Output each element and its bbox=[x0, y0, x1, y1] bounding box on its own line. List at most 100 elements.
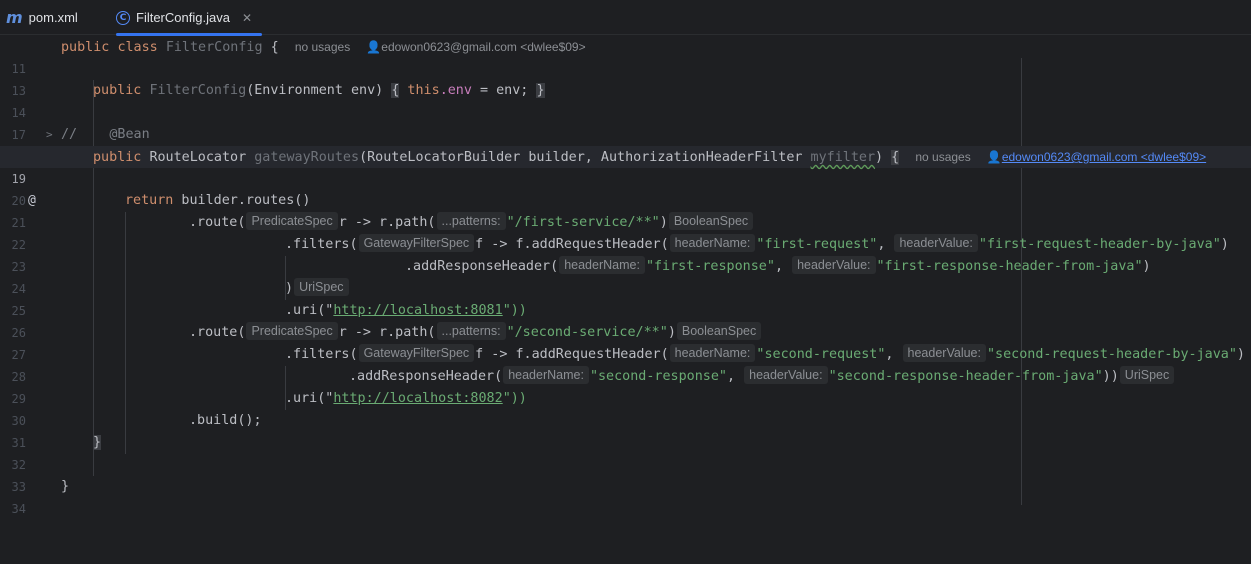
code-line[interactable]: 34 } bbox=[0, 476, 1251, 516]
keyword: public bbox=[93, 83, 142, 98]
string-literal: "/second-service/**" bbox=[506, 325, 668, 340]
code-line[interactable]: 32 } bbox=[0, 432, 1251, 472]
code-text: } bbox=[61, 479, 70, 494]
lambda: f -> f.addRequestHeader( bbox=[475, 347, 669, 362]
author-link[interactable]: edowon0623@gmail.com <dwlee$09> bbox=[1002, 150, 1206, 164]
comment: // bbox=[61, 127, 78, 142]
code-line[interactable]: 26 .uri("http://localhost:8081")) bbox=[0, 300, 1251, 340]
paren: ) bbox=[1236, 347, 1245, 362]
class-name: FilterConfig bbox=[165, 40, 263, 55]
string-literal: "second-request" bbox=[756, 347, 886, 362]
string-literal: "/first-service/**" bbox=[506, 215, 660, 230]
code-text: .filters(GatewayFilterSpec f -> f.addRequ… bbox=[285, 344, 1245, 366]
code-line[interactable]: 27 .route(PredicateSpec r -> r.path(...pa… bbox=[0, 322, 1251, 362]
code-line-current[interactable]: 19 @ public RouteLocator gatewayRoutes(R… bbox=[0, 146, 1251, 208]
lambda: f -> f.addRequestHeader( bbox=[475, 237, 669, 252]
param-hint: headerValue: bbox=[792, 256, 876, 274]
code-text: .filters(GatewayFilterSpec f -> f.addRequ… bbox=[285, 234, 1229, 256]
code-line[interactable]: 25 ) UriSpec bbox=[0, 278, 1251, 318]
string-literal: "first-response" bbox=[645, 259, 775, 274]
code-line[interactable]: 31 .build(); bbox=[0, 410, 1251, 450]
paren: ) bbox=[659, 215, 668, 230]
maven-icon: m bbox=[6, 8, 23, 27]
type-hint: PredicateSpec bbox=[246, 212, 338, 230]
params: (RouteLocatorBuilder builder, Authorizat… bbox=[359, 150, 811, 165]
param-hint: headerName: bbox=[669, 344, 756, 362]
url-link[interactable]: http://localhost:8081 bbox=[333, 303, 502, 318]
comma: , bbox=[885, 347, 902, 362]
type-hint: UriSpec bbox=[1119, 366, 1175, 384]
type-hint: BooleanSpec bbox=[668, 212, 754, 230]
line-number: 34 bbox=[11, 502, 26, 516]
type-hint: UriSpec bbox=[294, 278, 349, 296]
tab-label: FilterConfig.java bbox=[136, 10, 230, 25]
author-hint[interactable]: edowon0623@gmail.com <dwlee$09> bbox=[381, 40, 585, 54]
code-line[interactable]: 14 > public FilterConfig(Environment env… bbox=[0, 80, 1251, 141]
method-name: gatewayRoutes bbox=[254, 150, 360, 165]
keyword: return bbox=[125, 193, 174, 208]
call: .addResponseHeader( bbox=[405, 259, 559, 274]
assignment: = env; bbox=[471, 83, 529, 98]
code-line[interactable]: 29 .addResponseHeader(headerName: "second… bbox=[0, 366, 1251, 406]
call: .uri(" bbox=[285, 391, 334, 406]
constructor-name: FilterConfig bbox=[149, 83, 247, 98]
param-hint: headerValue: bbox=[744, 366, 828, 384]
folded-brace[interactable]: } bbox=[536, 83, 545, 98]
paren: ) bbox=[285, 281, 294, 296]
code-text: .route(PredicateSpec r -> r.path(...patte… bbox=[189, 212, 754, 234]
code-text: public FilterConfig(Environment env) { t… bbox=[93, 80, 545, 102]
call: .uri(" bbox=[285, 303, 334, 318]
code-line[interactable]: 13 bbox=[0, 58, 1251, 98]
code-line[interactable]: 21 return builder.routes() bbox=[0, 190, 1251, 230]
code-text: return builder.routes() bbox=[125, 190, 310, 212]
tab-label: pom.xml bbox=[28, 10, 78, 25]
type-hint: GatewayFilterSpec bbox=[358, 234, 475, 252]
code-line[interactable]: 33 bbox=[0, 454, 1251, 494]
code-line[interactable]: 23 .filters(GatewayFilterSpec f -> f.addR… bbox=[0, 234, 1251, 274]
usages-hint[interactable]: no usages bbox=[915, 150, 970, 164]
code-line[interactable]: 24 .addResponseHeader(headerName: "first-… bbox=[0, 256, 1251, 296]
code-line[interactable]: 11 public class FilterConfig { no usages… bbox=[0, 36, 1251, 76]
paren: ) bbox=[1220, 237, 1229, 252]
string-literal: "second-response" bbox=[589, 369, 727, 384]
code-line[interactable]: 22 .route(PredicateSpec r -> r.path(...pa… bbox=[0, 212, 1251, 252]
tab-pom-xml[interactable]: m pom.xml bbox=[6, 0, 78, 35]
code-text: .build(); bbox=[189, 413, 262, 428]
call: .filters( bbox=[285, 347, 358, 362]
code-line[interactable]: 18 // @Bean bbox=[0, 124, 1251, 164]
paren: ")) bbox=[502, 303, 527, 318]
brace: { bbox=[891, 150, 900, 165]
tab-filterconfig-java[interactable]: C FilterConfig.java ✕ bbox=[116, 0, 262, 36]
param-hint: headerValue: bbox=[894, 234, 978, 252]
string-literal: "first-response-header-from-java" bbox=[876, 259, 1143, 274]
code-line[interactable]: 28 .filters(GatewayFilterSpec f -> f.addR… bbox=[0, 344, 1251, 384]
comma: , bbox=[727, 369, 744, 384]
type-hint: PredicateSpec bbox=[246, 322, 338, 340]
call: .route( bbox=[189, 325, 246, 340]
field: .env bbox=[439, 83, 472, 98]
code-line[interactable]: 20 bbox=[0, 168, 1251, 208]
param-hint: ...patterns: bbox=[436, 322, 506, 340]
code-editor[interactable]: 11 public class FilterConfig { no usages… bbox=[0, 36, 1251, 516]
annotation: @Bean bbox=[109, 127, 150, 142]
keyword: class bbox=[117, 40, 158, 55]
usages-hint[interactable]: no usages bbox=[295, 40, 350, 54]
param-hint: headerName: bbox=[669, 234, 756, 252]
paren: ) bbox=[875, 150, 892, 165]
code-text: .addResponseHeader(headerName: "second-re… bbox=[349, 366, 1175, 388]
code-text: .route(PredicateSpec r -> r.path(...patte… bbox=[189, 322, 762, 344]
paren: ) bbox=[1142, 259, 1151, 274]
url-link[interactable]: http://localhost:8082 bbox=[333, 391, 502, 406]
paren: ) bbox=[667, 325, 676, 340]
param-hint: headerValue: bbox=[902, 344, 986, 362]
call: .filters( bbox=[285, 237, 358, 252]
code-text: .uri("http://localhost:8081")) bbox=[285, 300, 527, 322]
brace: { bbox=[270, 40, 279, 55]
statement: builder.routes() bbox=[173, 193, 311, 208]
close-icon[interactable]: ✕ bbox=[242, 11, 252, 25]
code-line[interactable]: 30 .uri("http://localhost:8082")) bbox=[0, 388, 1251, 428]
code-line[interactable]: 17 bbox=[0, 102, 1251, 142]
params: (Environment env) bbox=[246, 83, 392, 98]
type-hint: GatewayFilterSpec bbox=[358, 344, 475, 362]
lambda: r -> r.path( bbox=[338, 215, 436, 230]
